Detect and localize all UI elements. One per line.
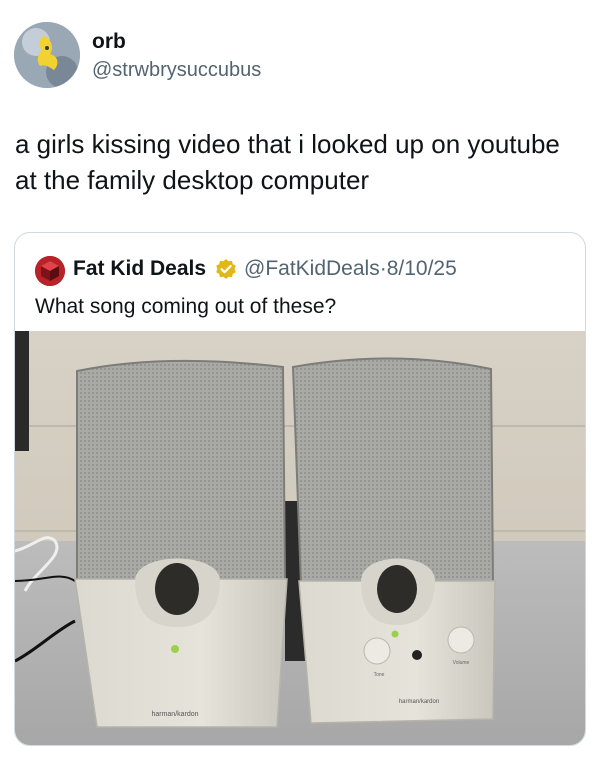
cube-logo-icon: [35, 256, 65, 286]
speakers-photo[interactable]: harman/kardon Tone Volume harman/kardon: [15, 331, 585, 745]
left-brand-label: harman/kardon: [151, 711, 198, 718]
quoted-tweet-card[interactable]: Fat Kid Deals @FatKidDeals·8/10/25 What …: [14, 232, 586, 746]
volume-label: Volume: [453, 660, 470, 666]
tone-label: Tone: [374, 672, 385, 678]
tweet-text: a girls kissing video that i looked up o…: [15, 129, 560, 195]
author-avatar[interactable]: [14, 22, 80, 88]
quoted-handle-and-date[interactable]: @FatKidDeals·8/10/25: [244, 255, 457, 283]
quoted-date[interactable]: 8/10/25: [387, 257, 457, 280]
separator-dot: ·: [379, 257, 387, 280]
quoted-handle[interactable]: @FatKidDeals: [244, 257, 380, 280]
verified-badge-icon: [216, 259, 236, 279]
quoted-display-name[interactable]: Fat Kid Deals: [73, 255, 206, 283]
quoted-text: What song coming out of these?: [35, 295, 337, 318]
right-brand-label: harman/kardon: [399, 699, 439, 705]
author-handle[interactable]: @strwbrysuccubus: [92, 58, 261, 82]
quoted-avatar[interactable]: [35, 256, 65, 286]
author-display-name[interactable]: orb: [92, 30, 126, 54]
avatar-icon: [14, 22, 80, 88]
speakers-image: harman/kardon Tone Volume harman/kardon: [15, 331, 585, 745]
